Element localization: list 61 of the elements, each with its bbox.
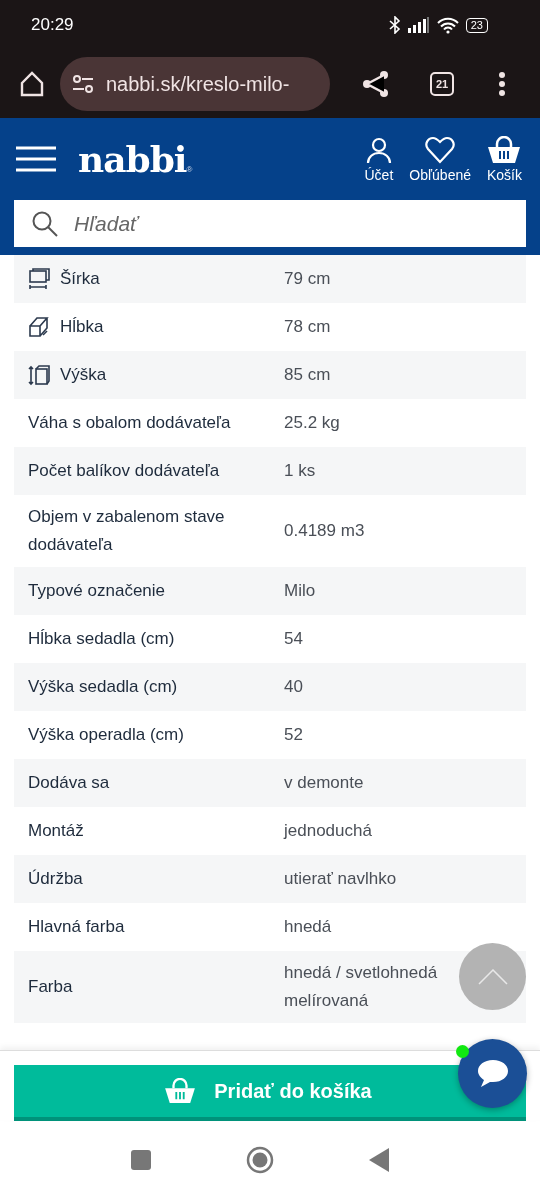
spec-label: Hlavná farba bbox=[28, 916, 125, 938]
spec-value: 52 bbox=[284, 724, 304, 746]
spec-label: Výška operadla (cm) bbox=[28, 724, 184, 746]
back-icon[interactable] bbox=[369, 1148, 389, 1172]
depth-icon bbox=[28, 316, 50, 338]
spec-label: Hĺbka bbox=[60, 316, 104, 338]
url-text: nabbi.sk/kreslo-milo- bbox=[106, 72, 290, 96]
spec-label: Montáž bbox=[28, 820, 84, 842]
spec-value: utierať navlhko bbox=[284, 868, 398, 890]
spec-label: Hĺbka sedadla (cm) bbox=[28, 628, 175, 650]
spec-value: 1 ks bbox=[284, 460, 317, 482]
tabs-button[interactable]: 21 bbox=[430, 72, 454, 96]
menu-icon[interactable] bbox=[16, 145, 56, 173]
speech-bubble-icon bbox=[476, 1058, 509, 1089]
signal-icon bbox=[407, 17, 430, 33]
chat-button[interactable] bbox=[458, 1039, 527, 1108]
spec-value: 85 cm bbox=[284, 364, 332, 386]
wifi-icon bbox=[436, 16, 459, 34]
spec-value: hnedá bbox=[284, 916, 333, 938]
spec-value: Milo bbox=[284, 580, 317, 602]
spec-label: Dodáva sa bbox=[28, 772, 110, 794]
share-icon[interactable] bbox=[362, 70, 390, 98]
person-icon bbox=[364, 135, 393, 164]
spec-label: Farba bbox=[28, 976, 73, 998]
height-icon bbox=[28, 364, 50, 386]
spec-value: 54 bbox=[284, 628, 304, 650]
spec-value: 78 cm bbox=[284, 316, 332, 338]
header-action[interactable]: Účet bbox=[360, 135, 398, 183]
tune-icon bbox=[72, 75, 94, 93]
logo[interactable]: nabbi® bbox=[78, 138, 353, 180]
battery-indicator: 23 bbox=[465, 17, 488, 33]
spec-value: 25.2 kg bbox=[284, 412, 341, 434]
spec-label: Typové označenie bbox=[28, 580, 166, 602]
home-button-icon[interactable] bbox=[246, 1146, 274, 1174]
spec-label: Šírka bbox=[60, 268, 100, 290]
spec-label: Váha s obalom dodávateľa bbox=[28, 412, 231, 434]
spec-label: Výška sedadla (cm) bbox=[28, 676, 178, 698]
basket-icon bbox=[487, 135, 522, 164]
spec-value: 79 cm bbox=[284, 268, 332, 290]
spec-label: Údržba bbox=[28, 868, 83, 890]
spec-value: v demonte bbox=[284, 772, 365, 794]
home-icon[interactable] bbox=[18, 70, 46, 98]
more-icon[interactable] bbox=[498, 71, 506, 97]
heart-icon bbox=[425, 135, 456, 164]
status-time: 20:29 bbox=[31, 15, 74, 35]
header-action[interactable]: Obľúbené bbox=[405, 135, 475, 183]
spec-value: jednoduchá bbox=[284, 820, 373, 842]
spec-label: Počet balíkov dodávateľa bbox=[28, 460, 220, 482]
chevron-up-icon bbox=[477, 968, 508, 985]
width-icon bbox=[28, 268, 50, 290]
spec-value: 40 bbox=[284, 676, 304, 698]
bluetooth-icon bbox=[388, 16, 401, 34]
spec-label: Výška bbox=[60, 364, 107, 386]
spec-label: Objem v zabalenom stave dodávateľa bbox=[28, 506, 226, 556]
header-action[interactable]: Košík bbox=[483, 135, 526, 183]
search-icon bbox=[32, 210, 58, 237]
spec-value: 0.4189 m3 bbox=[284, 520, 366, 542]
spec-value: hnedá / svetlohnedá melírovaná bbox=[284, 962, 439, 1012]
search-bar[interactable]: Hľadať bbox=[14, 200, 526, 247]
basket-icon bbox=[164, 1078, 197, 1104]
address-bar[interactable]: nabbi.sk/kreslo-milo- bbox=[60, 57, 330, 111]
